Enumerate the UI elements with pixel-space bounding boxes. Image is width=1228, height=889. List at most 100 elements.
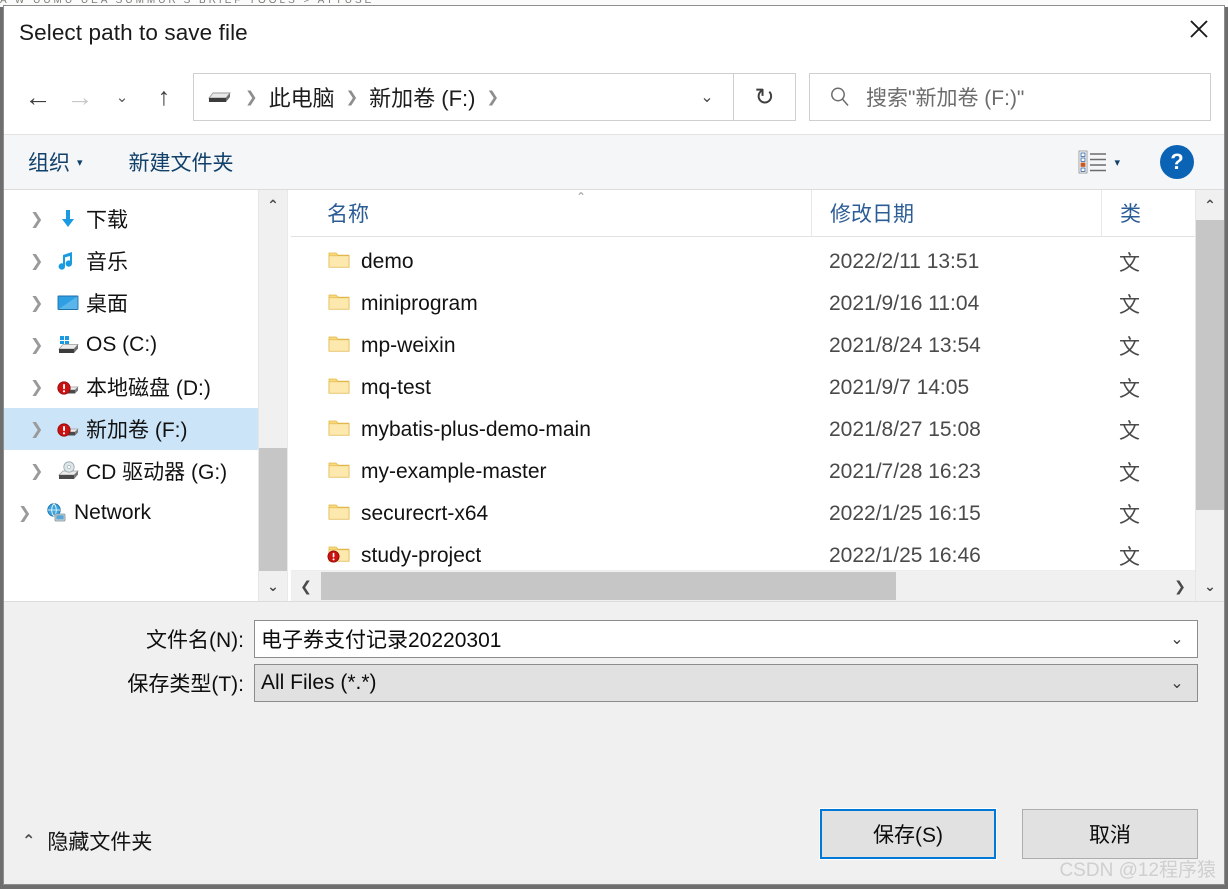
- recent-locations-button[interactable]: ⌄: [101, 76, 143, 118]
- sidebar-item-label: 音乐: [86, 251, 128, 274]
- chevron-right-icon[interactable]: ❯: [30, 461, 56, 481]
- file-icon-wrap: [327, 542, 361, 571]
- file-name-label: mp-weixin: [361, 334, 456, 357]
- table-row[interactable]: miniprogram 2021/9/16 11:04 文: [291, 283, 1224, 325]
- file-date-cell: 2021/9/16 11:04: [829, 292, 980, 315]
- filetype-combobox[interactable]: All Files (*.*) ⌄: [254, 664, 1198, 702]
- dialog-footer: ⌃ 隐藏文件夹 保存(S) 取消 CSDN @12程序猿: [4, 724, 1224, 884]
- filename-combobox[interactable]: 电子券支付记录20220301 ⌄: [254, 620, 1198, 658]
- file-list-vertical-scrollbar[interactable]: ⌃ ⌄: [1195, 190, 1224, 601]
- table-row[interactable]: securecrt-x64 2022/1/25 16:15 文: [291, 493, 1224, 535]
- music-note-icon: [58, 252, 73, 270]
- list-scroll-right-button[interactable]: ❯: [1165, 578, 1195, 595]
- chevron-down-icon[interactable]: ⌄: [1157, 673, 1197, 693]
- list-scroll-up-button[interactable]: ⌃: [1196, 190, 1224, 220]
- new-folder-label: 新建文件夹: [128, 152, 234, 175]
- sidebar-item-2[interactable]: ❯ 桌面: [4, 282, 287, 324]
- table-row[interactable]: mq-test 2021/9/7 14:05 文: [291, 367, 1224, 409]
- list-scroll-left-button[interactable]: ❮: [291, 578, 321, 595]
- refresh-button[interactable]: ↻: [734, 73, 796, 121]
- breadcrumb: ❯ 此电脑 ❯ 新加卷 (F:) ❯: [194, 81, 681, 113]
- table-row[interactable]: my-example-master 2021/7/28 16:23 文: [291, 451, 1224, 493]
- file-name-label: demo: [361, 250, 414, 273]
- forward-button[interactable]: →: [59, 76, 101, 118]
- chevron-down-icon: ⌄: [115, 88, 129, 106]
- breadcrumb-item-this-pc[interactable]: 此电脑: [267, 81, 337, 113]
- chevron-right-icon[interactable]: ❯: [30, 293, 56, 313]
- file-date-cell: 2022/1/25 16:46: [829, 544, 981, 567]
- sidebar-item-label: 下载: [86, 209, 128, 232]
- dialog-titlebar: Select path to save file: [4, 6, 1224, 60]
- back-arrow-icon: ←: [24, 81, 52, 112]
- table-row[interactable]: mybatis-plus-demo-main 2021/8/27 15:08 文: [291, 409, 1224, 451]
- file-name-label: mq-test: [361, 376, 432, 399]
- up-one-level-button[interactable]: ↑: [143, 76, 185, 118]
- breadcrumb-separator: ❯: [345, 89, 359, 106]
- sidebar-item-icon-wrap: [56, 417, 86, 441]
- file-date-cell: 2022/2/11 13:51: [829, 250, 980, 273]
- hscrollbar-track[interactable]: [321, 571, 1165, 601]
- hscrollbar-thumb[interactable]: [321, 572, 896, 600]
- address-bar[interactable]: ❯ 此电脑 ❯ 新加卷 (F:) ❯ ⌄: [193, 73, 734, 121]
- sidebar-item-3[interactable]: ❯ OS (C:): [4, 324, 287, 366]
- filetype-value: All Files (*.*): [261, 671, 377, 694]
- hide-folders-button[interactable]: ⌃ 隐藏文件夹: [22, 826, 152, 856]
- tree-scrollbar-thumb[interactable]: [259, 448, 287, 576]
- network-icon: [47, 503, 66, 522]
- file-date-cell: 2021/8/27 15:08: [829, 418, 981, 441]
- sidebar-item-1[interactable]: ❯ 音乐: [4, 240, 287, 282]
- help-button[interactable]: ?: [1160, 145, 1194, 179]
- sidebar-item-0[interactable]: ❯ 下载: [4, 198, 287, 240]
- sidebar-item-5[interactable]: ❯ 新加卷 (F:): [4, 408, 287, 450]
- save-file-dialog: Select path to save file ← → ⌄ ↑ ❯ 此电脑 ❯…: [3, 5, 1225, 885]
- sidebar-item-icon-wrap: [56, 333, 86, 357]
- column-header-date-modified[interactable]: 修改日期: [811, 190, 1101, 236]
- address-dropdown-button[interactable]: ⌄: [681, 74, 733, 120]
- cancel-button[interactable]: 取消: [1022, 809, 1198, 859]
- back-button[interactable]: ←: [17, 76, 59, 118]
- filename-label: 文件名(N):: [146, 629, 244, 652]
- folder-locked-icon: [327, 546, 350, 562]
- sidebar-item-icon-wrap: [56, 375, 86, 399]
- list-scrollbar-thumb[interactable]: [1196, 220, 1224, 510]
- windows-drive-icon: [58, 336, 79, 353]
- search-box[interactable]: 搜索"新加卷 (F:)": [809, 73, 1211, 121]
- file-icon-wrap: [327, 416, 361, 445]
- tree-scroll-down-button[interactable]: ⌄: [259, 571, 287, 601]
- watermark: CSDN @12程序猿: [1059, 860, 1216, 881]
- tree-scroll-up-button[interactable]: ⌃: [259, 190, 287, 220]
- close-button[interactable]: [1174, 6, 1224, 51]
- chevron-right-icon[interactable]: ❯: [30, 419, 56, 439]
- chevron-down-icon: ▾: [77, 156, 83, 169]
- file-date-cell: 2021/8/24 13:54: [829, 334, 981, 357]
- list-scroll-down-button[interactable]: ⌄: [1196, 571, 1224, 601]
- save-button[interactable]: 保存(S): [819, 808, 997, 860]
- file-list-pane: 名称 修改日期 类 ⌃ demo 2022/2/11 13:51 文 miniprog…: [291, 190, 1224, 601]
- sidebar-item-6[interactable]: ❯ CD 驱动器 (G:): [4, 450, 287, 492]
- chevron-right-icon[interactable]: ❯: [30, 209, 56, 229]
- sidebar-item-4[interactable]: ❯ 本地磁盘 (D:): [4, 366, 287, 408]
- chevron-right-icon[interactable]: ❯: [30, 335, 56, 355]
- help-icon: ?: [1170, 149, 1184, 174]
- table-row[interactable]: demo 2022/2/11 13:51 文: [291, 241, 1224, 283]
- chevron-right-icon[interactable]: ❯: [30, 251, 56, 271]
- list-view-icon[interactable]: [1078, 148, 1108, 176]
- search-input[interactable]: 搜索"新加卷 (F:)": [866, 82, 1024, 112]
- filename-input[interactable]: 电子券支付记录20220301: [255, 624, 1157, 654]
- organize-menu-button[interactable]: 组织 ▾: [28, 147, 83, 177]
- folder-icon: [328, 378, 350, 394]
- table-row[interactable]: mp-weixin 2021/8/24 13:54 文: [291, 325, 1224, 367]
- folder-icon: [328, 294, 350, 310]
- chevron-down-icon[interactable]: ⌄: [1157, 629, 1197, 649]
- file-name-cell: mp-weixin: [291, 332, 811, 361]
- breadcrumb-item-volume-f[interactable]: 新加卷 (F:): [367, 81, 477, 113]
- file-list-horizontal-scrollbar[interactable]: ❮ ❯: [291, 570, 1195, 601]
- chevron-right-icon[interactable]: ❯: [18, 503, 44, 523]
- new-folder-button[interactable]: 新建文件夹: [129, 147, 234, 177]
- chevron-right-icon[interactable]: ❯: [30, 377, 56, 397]
- sidebar-item-7[interactable]: ❯ Network: [4, 492, 287, 534]
- view-options-caret-icon[interactable]: ▾: [1114, 156, 1120, 169]
- column-header-name[interactable]: 名称: [291, 190, 811, 236]
- hide-folders-label: 隐藏文件夹: [47, 831, 153, 854]
- tree-vertical-scrollbar[interactable]: ⌃ ⌄: [258, 190, 287, 601]
